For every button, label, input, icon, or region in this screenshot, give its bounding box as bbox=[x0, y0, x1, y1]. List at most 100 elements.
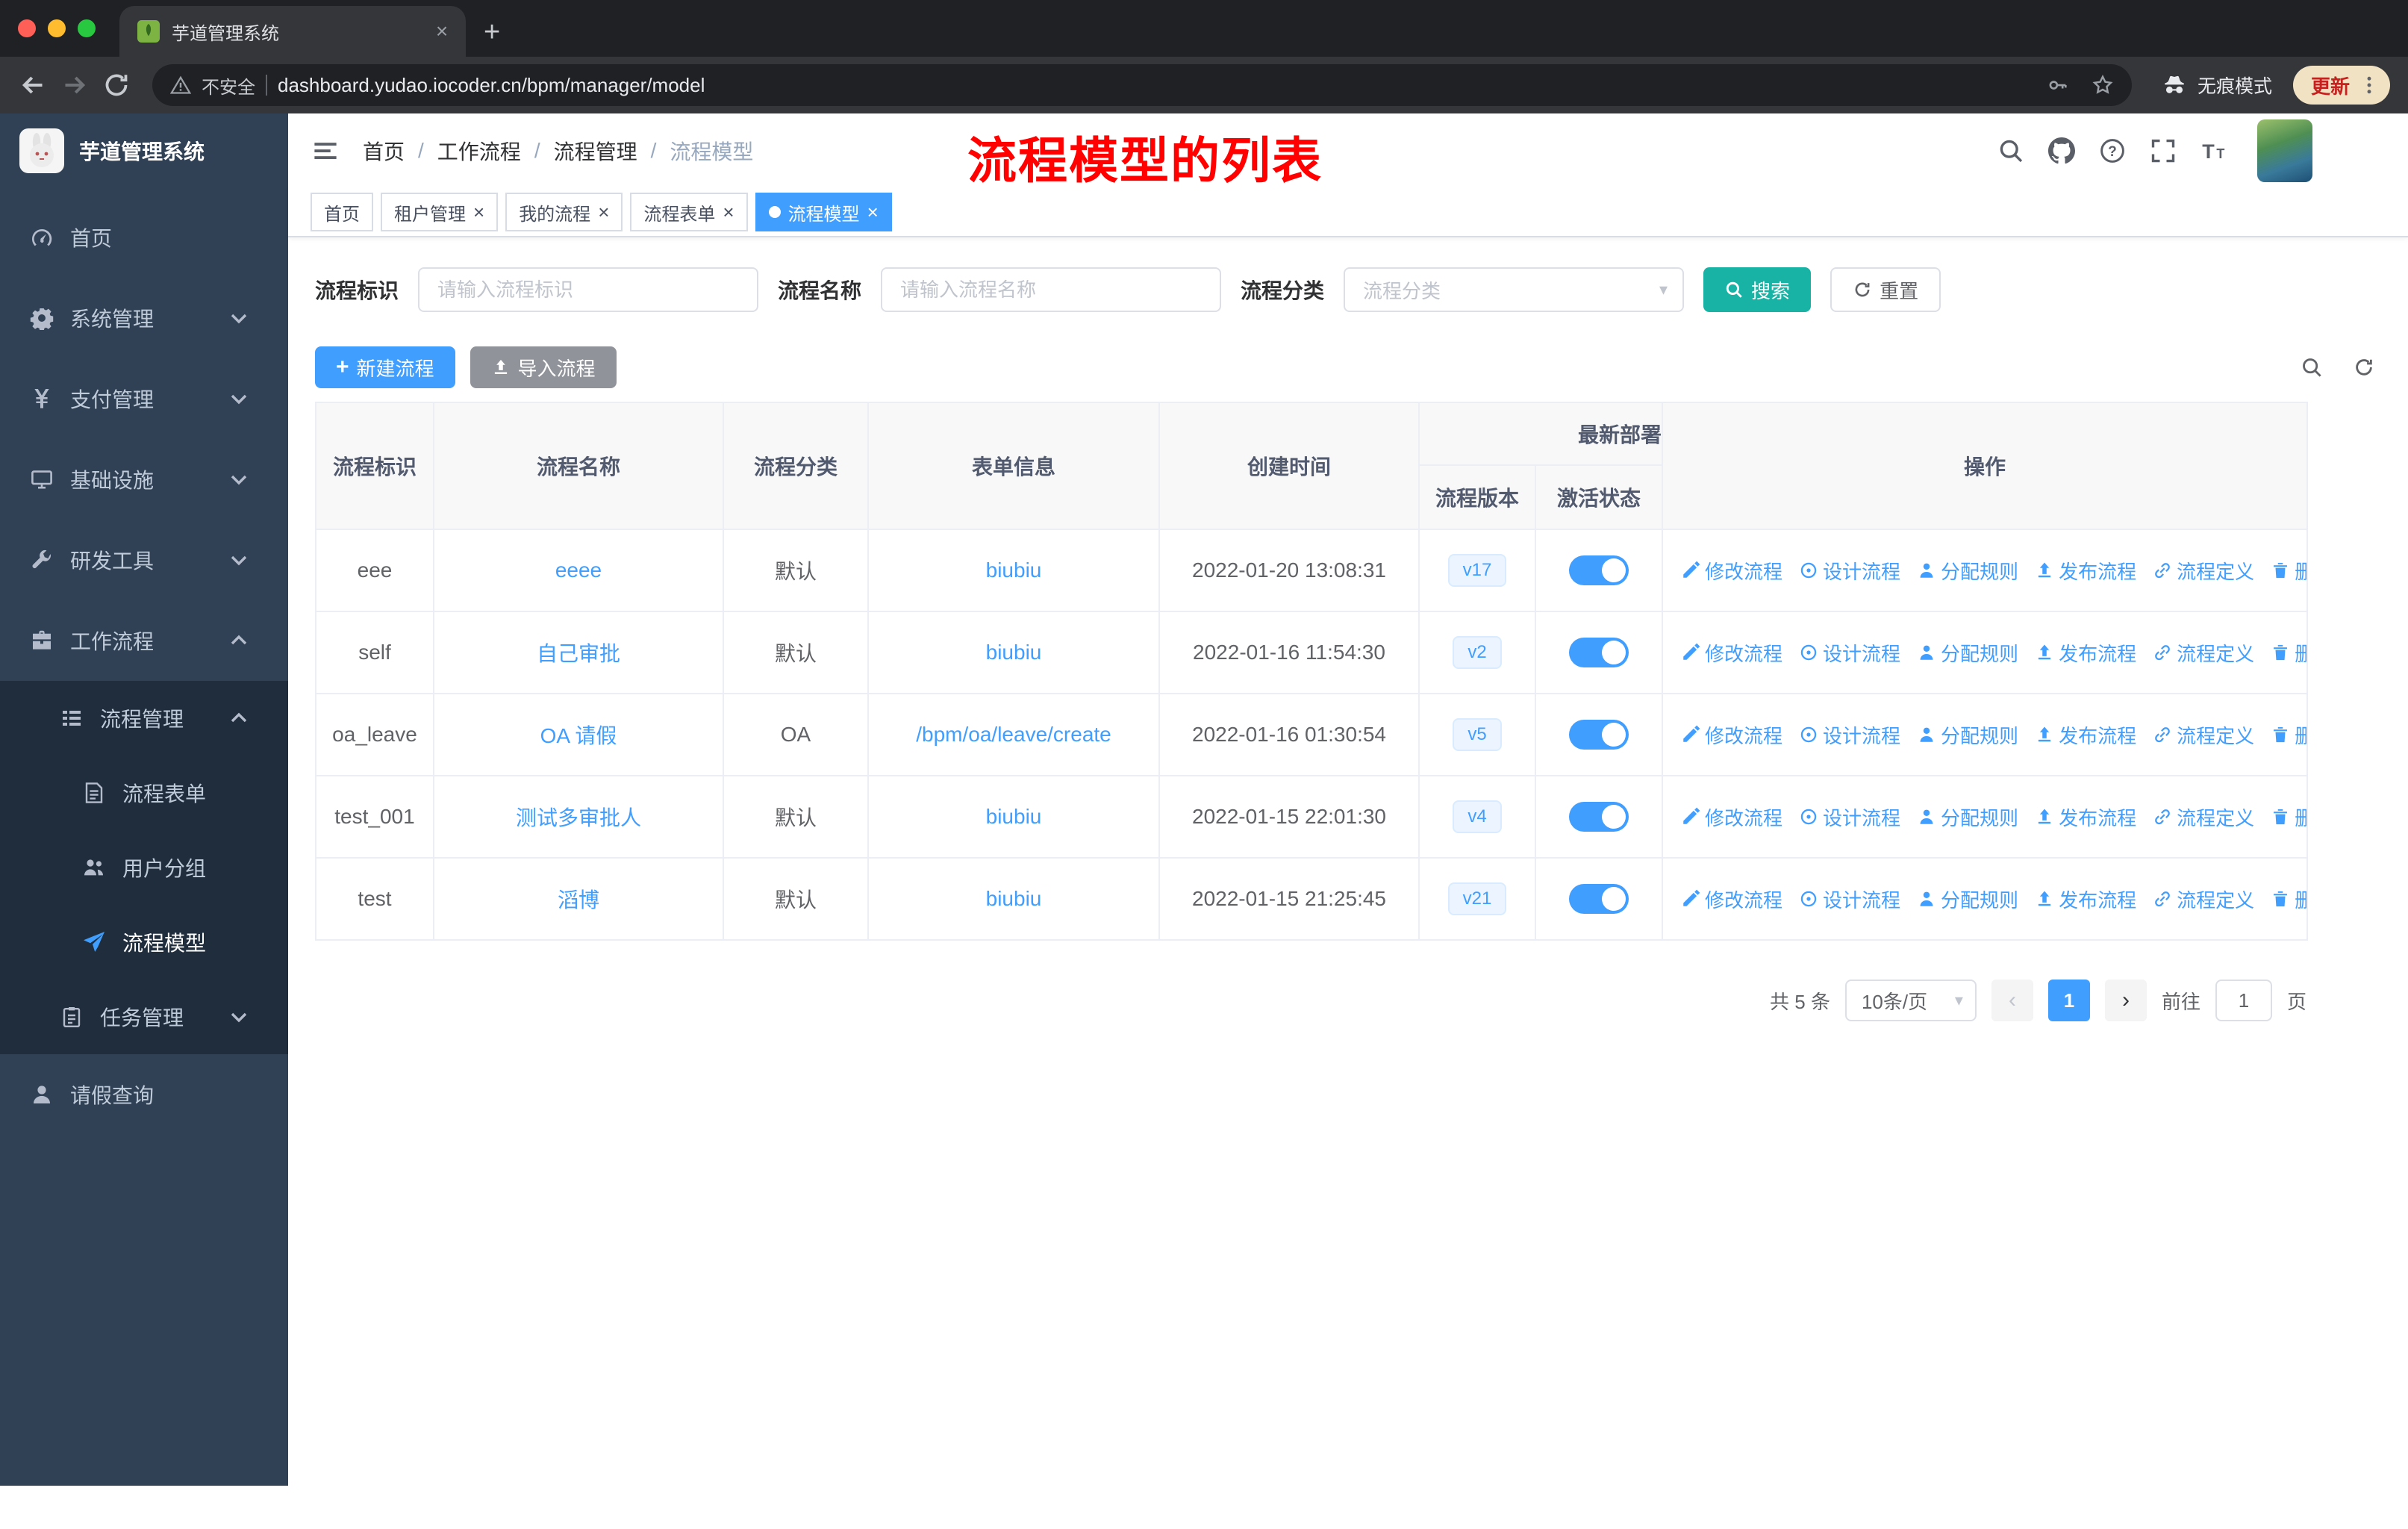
key-icon[interactable] bbox=[2047, 74, 2069, 96]
tag-my-process[interactable]: 我的流程 × bbox=[505, 193, 623, 231]
action-process-definition[interactable]: 流程定义 bbox=[2153, 557, 2254, 585]
action-design-process[interactable]: 设计流程 bbox=[1799, 557, 1900, 585]
form-info-link[interactable]: biubiu bbox=[986, 887, 1042, 910]
tag-process-form[interactable]: 流程表单 × bbox=[630, 193, 748, 231]
form-info-link[interactable]: /bpm/oa/leave/create bbox=[916, 723, 1111, 746]
tag-close-icon[interactable]: × bbox=[867, 202, 879, 222]
back-icon[interactable] bbox=[18, 70, 48, 100]
action-design-process[interactable]: 设计流程 bbox=[1799, 803, 1900, 831]
action-assign-rule[interactable]: 分配规则 bbox=[1917, 721, 2018, 749]
browser-tab[interactable]: 芋道管理系统 × bbox=[119, 6, 466, 57]
sidebar-item-dev-tools[interactable]: 研发工具 bbox=[0, 520, 288, 600]
sidebar-item-leave-query[interactable]: 请假查询 bbox=[0, 1054, 288, 1135]
action-delete-process[interactable]: 删除 bbox=[2271, 639, 2306, 667]
action-delete-process[interactable]: 删除 bbox=[2271, 885, 2306, 913]
more-menu-icon[interactable] bbox=[2359, 75, 2380, 96]
tag-close-icon[interactable]: × bbox=[473, 202, 484, 222]
action-assign-rule[interactable]: 分配规则 bbox=[1917, 639, 2018, 667]
toggle-search-button[interactable] bbox=[2301, 356, 2323, 379]
active-toggle[interactable] bbox=[1569, 720, 1629, 750]
sidebar-item-payment-manage[interactable]: 支付管理 bbox=[0, 358, 288, 439]
action-design-process[interactable]: 设计流程 bbox=[1799, 721, 1900, 749]
sidebar-item-home[interactable]: 首页 bbox=[0, 197, 288, 278]
import-process-button[interactable]: 导入流程 bbox=[470, 346, 617, 388]
github-icon[interactable] bbox=[2048, 137, 2075, 164]
browser-update-button[interactable]: 更新 bbox=[2292, 66, 2390, 105]
search-button[interactable]: 搜索 bbox=[1703, 267, 1812, 312]
forward-icon[interactable] bbox=[60, 70, 90, 100]
breadcrumb-item[interactable]: 首页 bbox=[363, 136, 405, 166]
sidebar-item-system-manage[interactable]: 系统管理 bbox=[0, 278, 288, 358]
process-name-input[interactable] bbox=[881, 267, 1222, 312]
bookmark-star-icon[interactable] bbox=[2092, 74, 2114, 96]
process-name-link[interactable]: eeee bbox=[555, 558, 602, 582]
action-publish-process[interactable]: 发布流程 bbox=[2035, 557, 2136, 585]
user-avatar[interactable] bbox=[2257, 119, 2312, 182]
active-toggle[interactable] bbox=[1569, 884, 1629, 914]
action-edit-process[interactable]: 修改流程 bbox=[1681, 721, 1782, 749]
url-bar[interactable]: 不安全 dashboard.yudao.iocoder.cn/bpm/manag… bbox=[152, 64, 2132, 106]
form-info-link[interactable]: biubiu bbox=[986, 558, 1042, 582]
window-zoom-button[interactable] bbox=[78, 19, 96, 37]
sidebar-item-infrastructure[interactable]: 基础设施 bbox=[0, 439, 288, 520]
active-toggle[interactable] bbox=[1569, 802, 1629, 832]
search-icon[interactable] bbox=[1997, 137, 2024, 164]
action-design-process[interactable]: 设计流程 bbox=[1799, 639, 1900, 667]
action-edit-process[interactable]: 修改流程 bbox=[1681, 639, 1782, 667]
action-edit-process[interactable]: 修改流程 bbox=[1681, 557, 1782, 585]
tag-tenant-manage[interactable]: 租户管理 × bbox=[381, 193, 499, 231]
tag-close-icon[interactable]: × bbox=[598, 202, 609, 222]
tab-close-icon[interactable]: × bbox=[430, 19, 454, 43]
action-design-process[interactable]: 设计流程 bbox=[1799, 885, 1900, 913]
tag-home[interactable]: 首页 bbox=[311, 193, 373, 231]
window-close-button[interactable] bbox=[18, 19, 36, 37]
action-publish-process[interactable]: 发布流程 bbox=[2035, 721, 2136, 749]
action-edit-process[interactable]: 修改流程 bbox=[1681, 803, 1782, 831]
action-publish-process[interactable]: 发布流程 bbox=[2035, 885, 2136, 913]
tag-close-icon[interactable]: × bbox=[723, 202, 734, 222]
new-tab-button[interactable]: + bbox=[484, 18, 500, 46]
sidebar-logo[interactable]: 芋道管理系统 bbox=[0, 113, 288, 188]
window-minimize-button[interactable] bbox=[48, 19, 66, 37]
action-assign-rule[interactable]: 分配规则 bbox=[1917, 803, 2018, 831]
breadcrumb-item[interactable]: 工作流程 bbox=[437, 136, 521, 166]
fullscreen-icon[interactable] bbox=[2150, 137, 2177, 164]
action-delete-process[interactable]: 删除 bbox=[2271, 803, 2306, 831]
refresh-table-button[interactable] bbox=[2353, 356, 2375, 379]
sidebar-item-process-model[interactable]: 流程模型 bbox=[0, 905, 288, 980]
process-name-link[interactable]: 滔博 bbox=[558, 888, 599, 912]
form-info-link[interactable]: biubiu bbox=[986, 805, 1042, 828]
sidebar-item-user-group[interactable]: 用户分组 bbox=[0, 830, 288, 905]
sidebar-item-workflow[interactable]: 工作流程 bbox=[0, 600, 288, 681]
reload-icon[interactable] bbox=[102, 70, 131, 100]
active-toggle[interactable] bbox=[1569, 555, 1629, 585]
action-process-definition[interactable]: 流程定义 bbox=[2153, 803, 2254, 831]
action-delete-process[interactable]: 删除 bbox=[2271, 721, 2306, 749]
reset-button[interactable]: 重置 bbox=[1830, 267, 1941, 312]
sidebar-item-task-manage[interactable]: 任务管理 bbox=[0, 980, 288, 1054]
page-size-select[interactable]: 10条/页 ▾ bbox=[1844, 980, 1977, 1021]
process-name-link[interactable]: 自己审批 bbox=[537, 642, 620, 665]
font-size-icon[interactable]: TT bbox=[2200, 137, 2227, 164]
help-icon[interactable]: ? bbox=[2099, 137, 2126, 164]
action-delete-process[interactable]: 删除 bbox=[2271, 557, 2306, 585]
action-process-definition[interactable]: 流程定义 bbox=[2153, 721, 2254, 749]
sidebar-item-process-form[interactable]: 流程表单 bbox=[0, 756, 288, 830]
tag-process-model[interactable]: 流程模型 × bbox=[755, 193, 892, 231]
breadcrumb-item[interactable]: 流程管理 bbox=[554, 136, 637, 166]
process-key-input[interactable] bbox=[418, 267, 759, 312]
active-toggle[interactable] bbox=[1569, 638, 1629, 667]
page-1-button[interactable]: 1 bbox=[2047, 980, 2090, 1021]
next-page-button[interactable]: › bbox=[2104, 980, 2147, 1021]
hamburger-menu-icon[interactable] bbox=[288, 113, 363, 188]
action-assign-rule[interactable]: 分配规则 bbox=[1917, 557, 2018, 585]
action-publish-process[interactable]: 发布流程 bbox=[2035, 803, 2136, 831]
form-info-link[interactable]: biubiu bbox=[986, 641, 1042, 664]
process-category-select[interactable]: 流程分类 ▾ bbox=[1344, 267, 1685, 312]
sidebar-item-process-manage[interactable]: 流程管理 bbox=[0, 681, 288, 756]
process-name-link[interactable]: 测试多审批人 bbox=[516, 806, 641, 829]
action-assign-rule[interactable]: 分配规则 bbox=[1917, 885, 2018, 913]
goto-page-input[interactable] bbox=[2215, 980, 2272, 1021]
prev-page-button[interactable]: ‹ bbox=[1991, 980, 2033, 1021]
action-edit-process[interactable]: 修改流程 bbox=[1681, 885, 1782, 913]
